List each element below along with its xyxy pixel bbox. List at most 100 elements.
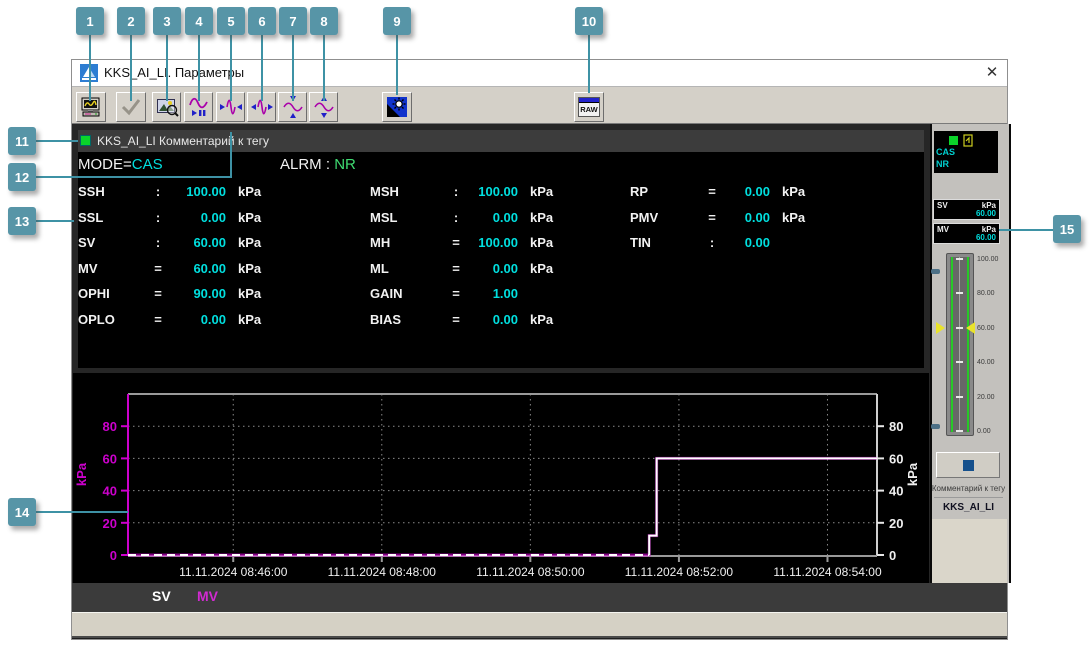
- callout-badge-15: 15: [1053, 215, 1081, 243]
- callout-badge-3: 3: [153, 7, 181, 35]
- param-row: GAIN = 1.00: [370, 281, 564, 307]
- param-row: BIAS = 0.00 kPa: [370, 307, 564, 333]
- param-label: SV: [78, 235, 96, 251]
- faceplate-mode: CAS: [936, 147, 956, 157]
- svg-text:kPa: kPa: [905, 462, 920, 486]
- gauge-low-marker: [931, 424, 940, 429]
- note-icon: [963, 134, 973, 147]
- faceplate-sv-box[interactable]: SV kPa 60.00: [933, 199, 1000, 220]
- svg-text:11.11.2024 08:50:00: 11.11.2024 08:50:00: [476, 565, 585, 579]
- param-unit: kPa: [530, 311, 554, 327]
- callout-badge-8: 8: [310, 7, 338, 35]
- param-sep: =: [452, 235, 460, 251]
- callout-line: [588, 35, 590, 93]
- callout-badge-7: 7: [279, 7, 307, 35]
- gauge-tick-mark: [956, 258, 963, 260]
- param-row: OPHI = 90.00 kPa: [78, 281, 272, 307]
- gauge-tick-mark: [956, 395, 963, 398]
- callout-line: [36, 220, 74, 222]
- param-label: OPHI: [78, 286, 110, 302]
- faceplate-mv-value: 60.00: [975, 233, 996, 242]
- param-unit: kPa: [782, 209, 806, 225]
- alarm-label: ALRM : NR: [280, 156, 356, 173]
- svg-text:40: 40: [889, 484, 903, 499]
- callout-badge-14: 14: [8, 498, 36, 526]
- param-label: SSH: [78, 184, 105, 200]
- gauge-tick-mark: [956, 430, 963, 432]
- param-label: MV: [78, 260, 98, 276]
- param-unit: kPa: [238, 286, 262, 302]
- gauge-pointer-left[interactable]: [936, 322, 945, 334]
- gauge-pointer-right[interactable]: [966, 322, 975, 334]
- param-row: SV: 60.00 kPa: [78, 230, 272, 256]
- callout-line: [36, 511, 128, 513]
- svg-text:40: 40: [103, 484, 117, 499]
- raw-button[interactable]: RAW: [574, 92, 604, 122]
- param-label: MSH: [370, 184, 399, 200]
- gauge-tick-label: 60.00: [977, 324, 995, 332]
- gauge-tick-label: 40.00: [977, 359, 995, 367]
- callout-badge-5: 5: [217, 7, 245, 35]
- trend-chart[interactable]: 0 0 20 20 40 40 60 60 80 80 11.11.2024 08:46:00 11.…: [72, 376, 930, 583]
- param-val: 1.00: [492, 286, 518, 302]
- param-val: 60.00: [193, 260, 226, 276]
- callout-badge-4: 4: [185, 7, 213, 35]
- gauge-tick-mark: [956, 361, 963, 364]
- close-button[interactable]: ✕: [982, 63, 1002, 83]
- param-row: OPLO = 0.00 kPa: [78, 307, 272, 333]
- callout-badge-12: 12: [8, 163, 36, 191]
- param-row: PMV = 0.00 kPa: [630, 205, 816, 231]
- param-unit: kPa: [238, 184, 262, 200]
- param-val: 100.00: [186, 184, 226, 200]
- faceplate-mv-box[interactable]: MV kPa 60.00: [933, 223, 1000, 244]
- legend-mv[interactable]: MV: [197, 588, 218, 604]
- screenshot-button[interactable]: [76, 92, 106, 122]
- callout-line: [323, 35, 325, 101]
- param-unit: kPa: [530, 235, 554, 251]
- param-label: GAIN: [370, 286, 403, 302]
- recalc-button[interactable]: [382, 92, 412, 122]
- param-label: TIN: [630, 235, 651, 251]
- gauge-green-rail-right: [967, 257, 969, 432]
- param-unit: kPa: [238, 235, 262, 251]
- callout-badge-2: 2: [117, 7, 145, 35]
- param-row: MV = 60.00 kPa: [78, 256, 272, 282]
- param-sep: :: [453, 209, 459, 225]
- callout-line: [261, 35, 263, 101]
- callout-line: [166, 35, 168, 101]
- param-column-3: RP = 0.00 kPa PMV = 0.00 kPa TIN: 0.00: [630, 179, 816, 256]
- param-sep: =: [452, 260, 460, 276]
- mode-value: CAS: [131, 156, 163, 173]
- callout-line: [36, 140, 78, 142]
- svg-text:kPa: kPa: [74, 462, 89, 486]
- svg-text:20: 20: [103, 516, 117, 531]
- tag-header-text: KKS_AI_LI Комментарий к тегу: [97, 134, 269, 148]
- callout-line: [130, 35, 132, 101]
- param-row: RP = 0.00 kPa: [630, 179, 816, 205]
- param-sep: =: [154, 311, 162, 327]
- alarm-value: NR: [334, 156, 356, 173]
- param-unit: kPa: [238, 209, 262, 225]
- legend-sv[interactable]: SV: [152, 588, 171, 604]
- gauge-tick-label: 100.00: [977, 256, 999, 263]
- svg-text:80: 80: [103, 419, 117, 434]
- faceplate-button-square-icon: [962, 459, 974, 471]
- param-val: 0.00: [744, 209, 770, 225]
- faceplate-status-square: [949, 136, 958, 145]
- param-val: 0.00: [492, 209, 518, 225]
- param-sep: :: [155, 209, 161, 225]
- mode-label: MODE=CAS: [78, 156, 163, 173]
- faceplate-footer-area: [932, 519, 1007, 583]
- svg-text:11.11.2024 08:52:00: 11.11.2024 08:52:00: [625, 565, 734, 579]
- param-sep: =: [708, 209, 716, 225]
- gauge-tick-label: 20.00: [977, 393, 995, 401]
- faceplate-sv-label: SV: [937, 201, 948, 210]
- callout-line: [292, 35, 294, 101]
- param-sep: :: [453, 184, 459, 200]
- param-column-2: MSH: 100.00 kPa MSL: 0.00 kPa MH = 100.00 kPa ML = 0…: [370, 179, 564, 332]
- faceplate-button[interactable]: [936, 452, 1000, 478]
- param-val: 0.00: [200, 311, 226, 327]
- param-val: 0.00: [744, 235, 770, 251]
- svg-text:60: 60: [103, 451, 117, 466]
- param-val: 90.00: [193, 286, 226, 302]
